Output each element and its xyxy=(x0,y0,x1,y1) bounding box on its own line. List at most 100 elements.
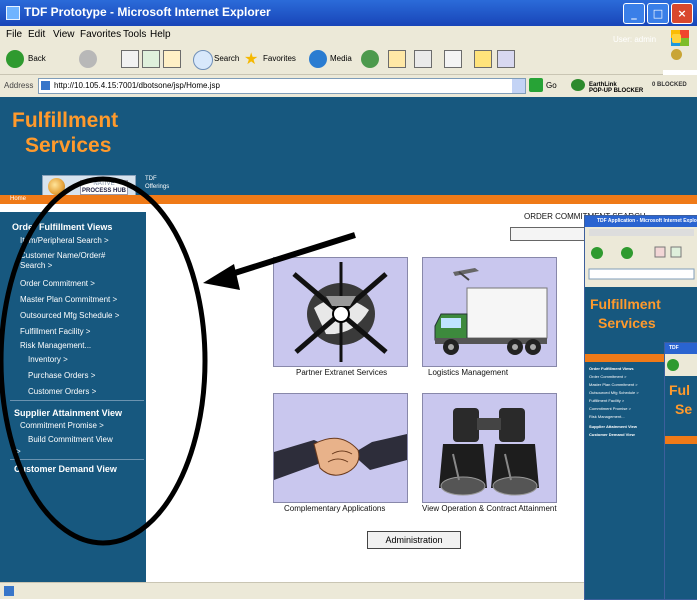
sidebar-item-customer-search[interactable]: Search > xyxy=(20,261,52,271)
home-icon[interactable] xyxy=(163,50,181,68)
nav-breadcrumb-bar: Home xyxy=(0,195,697,204)
menu-view[interactable]: View xyxy=(53,29,75,40)
search-icon[interactable] xyxy=(193,50,213,70)
sidebar-header-fulfillment: Order Fulfillment Views xyxy=(12,222,113,232)
logistics-caption[interactable]: Logistics Management xyxy=(428,368,508,377)
sidebar-item-fulfillment-facility[interactable]: Fulfillment Facility > xyxy=(20,327,90,337)
address-input[interactable]: http://10.105.4.15:7001/dbotsone/jsp/Hom… xyxy=(38,78,526,94)
minimize-button[interactable]: _ xyxy=(623,3,645,24)
window-titlebar[interactable]: TDF Prototype - Microsoft Internet Explo… xyxy=(0,0,697,26)
secondary-sidebar-item[interactable]: Risk Management... xyxy=(589,414,625,419)
secondary-sidebar-item[interactable]: Commitment Promise > xyxy=(589,406,631,411)
sidebar-item-risk-management[interactable]: Risk Management... xyxy=(20,341,91,351)
logistics-tile[interactable] xyxy=(422,257,557,367)
print-icon[interactable] xyxy=(414,50,432,68)
go-button[interactable]: Go xyxy=(546,81,557,90)
favorites-star-icon[interactable]: ★ xyxy=(244,50,262,68)
complementary-tile[interactable] xyxy=(273,393,408,503)
ie-icon xyxy=(6,6,20,20)
tdf-offerings-line2: Offerings xyxy=(145,184,170,190)
earthlink-toolbar[interactable]: EarthLink POP-UP BLOCKER 0 BLOCKED xyxy=(571,78,697,94)
favorites-label[interactable]: Favorites xyxy=(263,54,296,63)
sidebar-item-build-commitment[interactable]: Build Commitment View xyxy=(28,435,113,445)
sidebar-divider xyxy=(10,400,144,401)
view-operation-caption[interactable]: View Operation & Contract Attainment xyxy=(422,504,557,513)
menu-favorites[interactable]: Favorites xyxy=(80,29,121,40)
forward-arrow-icon[interactable] xyxy=(79,50,97,68)
administration-button[interactable]: Administration xyxy=(367,531,461,549)
brand-line1: Fulfillment xyxy=(12,109,119,132)
mail-icon[interactable] xyxy=(388,50,406,68)
brand-line2: Services xyxy=(25,134,112,157)
windows-logo xyxy=(663,26,697,70)
sidebar-item-inventory[interactable]: Inventory > xyxy=(28,355,68,365)
binoculars-icon xyxy=(439,408,539,496)
back-arrow-icon[interactable] xyxy=(6,50,24,68)
menu-edit[interactable]: Edit xyxy=(28,29,45,40)
secondary-brand-line2: Services xyxy=(598,315,656,331)
process-hub-pill: NATIVE PROCESS HUB xyxy=(80,180,128,195)
tertiary-browser-window[interactable]: TDF Ful Se xyxy=(664,342,697,600)
view-operation-tile[interactable] xyxy=(422,393,557,503)
refresh-icon[interactable] xyxy=(142,50,160,68)
edit-page-icon[interactable] xyxy=(444,50,462,68)
secondary-sidebar-header: Order Fulfillment Views xyxy=(589,366,634,371)
sidebar-item-purchase-orders[interactable]: Purchase Orders > xyxy=(28,371,95,381)
partner-extranet-caption[interactable]: Partner Extranet Services xyxy=(296,368,387,377)
sidebar-item-customer-orders[interactable]: Customer Orders > xyxy=(28,387,96,397)
tertiary-brand-line2: Se xyxy=(675,401,693,417)
status-page-icon xyxy=(4,586,14,596)
address-dropdown-icon[interactable] xyxy=(512,79,525,93)
sidebar-item-build-commitment-more[interactable]: > xyxy=(16,447,21,457)
history-icon[interactable] xyxy=(361,50,379,68)
tertiary-sidebar xyxy=(665,436,697,599)
secondary-sidebar-item[interactable]: Fulfillment Facility > xyxy=(589,398,624,403)
sidebar-item-master-plan[interactable]: Master Plan Commitment > xyxy=(20,295,117,305)
menu-bar: File Edit View Favorites Tools Help xyxy=(0,26,697,44)
maximize-button[interactable]: □ xyxy=(647,3,669,24)
complementary-caption[interactable]: Complementary Applications xyxy=(284,504,385,513)
truck-icon xyxy=(434,268,548,355)
sidebar-item-item-search[interactable]: Item/Peripheral Search > xyxy=(20,236,109,246)
sidebar-item-commitment-promise[interactable]: Commitment Promise > xyxy=(20,421,104,431)
go-arrow-icon[interactable] xyxy=(529,78,543,92)
home-link[interactable]: Home xyxy=(10,195,26,204)
menu-tools[interactable]: Tools xyxy=(123,29,146,40)
folder-icon[interactable] xyxy=(474,50,492,68)
earthlink-label: EarthLink POP-UP BLOCKER xyxy=(589,82,643,94)
partner-extranet-tile[interactable] xyxy=(273,257,408,367)
menu-help[interactable]: Help xyxy=(150,29,171,40)
secondary-window-title: TDF Application - Microsoft Internet Exp… xyxy=(585,216,697,227)
earthlink-icon xyxy=(571,79,585,91)
stop-icon[interactable] xyxy=(121,50,139,68)
tertiary-brand-line1: Ful xyxy=(669,382,690,398)
secondary-sidebar-item[interactable]: Master Plan Commitment > xyxy=(589,382,638,387)
logout-icon[interactable] xyxy=(672,34,681,43)
tdf-offerings-line1: TDF xyxy=(145,176,157,182)
back-label[interactable]: Back xyxy=(28,54,46,63)
annotation-arrow-head xyxy=(203,264,240,290)
tertiary-orange-bar xyxy=(665,436,697,444)
process-hub-accent: NATIVE xyxy=(93,181,115,187)
browser-toolbar: Back Search ★ Favorites Media xyxy=(0,44,663,75)
messenger-icon[interactable] xyxy=(497,50,515,68)
secondary-sidebar-header[interactable]: Customer Demand View xyxy=(589,432,635,437)
menu-file[interactable]: File xyxy=(6,29,22,40)
satellite-globe-icon xyxy=(292,262,388,362)
help-icon[interactable] xyxy=(671,49,682,60)
sidebar-header-customer[interactable]: Customer Demand View xyxy=(14,464,117,474)
secondary-toolbar-icons xyxy=(588,229,695,280)
secondary-sidebar-item[interactable]: Order Commitment > xyxy=(589,374,626,379)
media-icon[interactable] xyxy=(309,50,327,68)
secondary-sidebar-header: Supplier Attainment View xyxy=(589,424,638,429)
sidebar-item-customer-name[interactable]: Customer Name/Order# xyxy=(20,251,105,261)
sidebar-item-order-commitment[interactable]: Order Commitment > xyxy=(20,279,95,289)
search-label[interactable]: Search xyxy=(214,54,239,63)
secondary-sidebar-item[interactable]: Outsourced Mfg Schedule > xyxy=(589,390,639,395)
sidebar-header-supplier: Supplier Attainment View xyxy=(14,408,123,418)
close-button[interactable]: × xyxy=(671,3,693,24)
sidebar-item-outsourced-mfg[interactable]: Outsourced Mfg Schedule > xyxy=(20,311,119,321)
media-label[interactable]: Media xyxy=(330,54,352,63)
sidebar: Order Fulfillment Views Item/Peripheral … xyxy=(0,212,146,598)
tdf-offerings-tab[interactable]: TDF Offerings xyxy=(145,175,169,191)
